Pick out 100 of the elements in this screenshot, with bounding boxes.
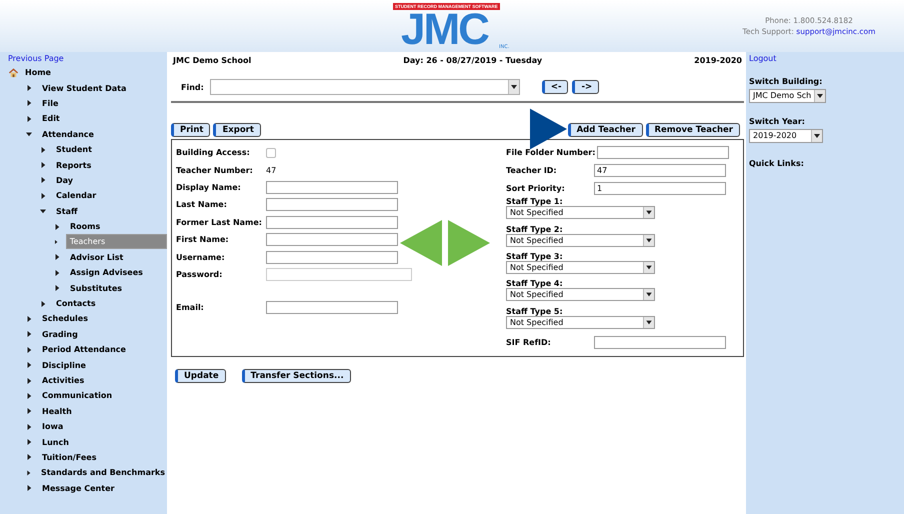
- tree-item[interactable]: Assign Advisees: [68, 267, 145, 278]
- tree-item[interactable]: Discipline: [40, 360, 88, 371]
- dropdown[interactable]: Not Specified: [506, 260, 655, 274]
- input-field[interactable]: [597, 146, 730, 160]
- tree-item[interactable]: Health: [40, 406, 74, 417]
- tree-item[interactable]: Tuition/Fees: [40, 452, 98, 463]
- toolbar-button[interactable]: Print: [171, 123, 210, 137]
- input-field[interactable]: [266, 301, 398, 314]
- tree-item[interactable]: File: [40, 98, 60, 109]
- tree-item[interactable]: Schedules: [40, 313, 90, 324]
- tree-item[interactable]: Edit: [40, 113, 62, 124]
- caret-right-icon[interactable]: [26, 346, 32, 353]
- field-label: Former Last Name:: [176, 218, 263, 227]
- dropdown-caret-icon: [814, 90, 826, 102]
- previous-button[interactable]: <-: [542, 80, 568, 94]
- switch-building-label: Switch Building:: [749, 77, 822, 86]
- checkbox[interactable]: [266, 148, 276, 158]
- input-field[interactable]: [266, 216, 398, 229]
- field-label: Username:: [176, 252, 226, 262]
- caret-right-icon[interactable]: [26, 392, 32, 399]
- tree-item[interactable]: Grading: [40, 328, 80, 340]
- caret-right-icon[interactable]: [26, 439, 32, 446]
- caret-right-icon[interactable]: [40, 300, 46, 307]
- toolbar-button[interactable]: Remove Teacher: [646, 123, 740, 137]
- tree-item[interactable]: Staff: [54, 206, 80, 217]
- tree-item[interactable]: Communication: [40, 390, 114, 402]
- caret-right-icon[interactable]: [26, 316, 32, 322]
- field-label: Staff Type 2:: [506, 224, 563, 234]
- input-field[interactable]: 47: [594, 164, 726, 178]
- tree-item[interactable]: Home: [23, 67, 53, 78]
- input-field[interactable]: [594, 336, 726, 350]
- action-button[interactable]: Update: [175, 369, 226, 383]
- caret-right-icon[interactable]: [40, 192, 46, 199]
- caret-right-icon[interactable]: [26, 470, 31, 476]
- school-name: JMC Demo School: [173, 56, 252, 65]
- toolbar-button[interactable]: Export: [213, 123, 261, 137]
- caret-down-icon[interactable]: [26, 131, 32, 138]
- dropdown[interactable]: Not Specified: [506, 206, 655, 220]
- previous-page-link[interactable]: Previous Page: [0, 52, 167, 65]
- logout-link[interactable]: Logout: [749, 54, 776, 63]
- input-field[interactable]: [266, 233, 398, 246]
- action-button[interactable]: Transfer Sections...: [242, 369, 351, 383]
- caret-right-icon[interactable]: [26, 100, 32, 106]
- tree-item[interactable]: Period Attendance: [40, 344, 128, 356]
- tree-item[interactable]: View Student Data: [40, 82, 128, 94]
- caret-right-icon[interactable]: [54, 285, 60, 292]
- caret-right-icon[interactable]: [54, 270, 60, 276]
- input-field[interactable]: [266, 198, 398, 212]
- tree-item[interactable]: Advisor List: [68, 252, 126, 263]
- tree-item[interactable]: Reports: [54, 160, 94, 171]
- tree-item[interactable]: Calendar: [54, 190, 98, 202]
- day-text: Day: 26 - 08/27/2019 - Tuesday: [403, 56, 542, 65]
- caret-right-icon[interactable]: [26, 378, 32, 384]
- dropdown[interactable]: Not Specified: [506, 234, 655, 247]
- caret-right-icon[interactable]: [40, 177, 46, 184]
- caret-right-icon[interactable]: [26, 424, 32, 430]
- year-dropdown[interactable]: 2019-2020: [749, 129, 823, 143]
- tree-item[interactable]: Standards and Benchmarks: [38, 467, 167, 478]
- caret-right-icon[interactable]: [26, 331, 32, 338]
- building-dropdown[interactable]: JMC Demo Sch: [749, 89, 826, 103]
- caret-right-icon[interactable]: [26, 116, 32, 122]
- password-field[interactable]: [266, 268, 412, 281]
- caret-right-icon[interactable]: [54, 254, 60, 260]
- field-label: File Folder Number:: [506, 148, 596, 158]
- field-label: Display Name:: [176, 182, 242, 192]
- dropdown[interactable]: Not Specified: [506, 316, 655, 329]
- quick-links-label: Quick Links:: [749, 159, 804, 168]
- caret-right-icon[interactable]: [40, 162, 46, 168]
- caret-right-icon[interactable]: [54, 224, 60, 230]
- tree-item[interactable]: Substitutes: [68, 282, 124, 294]
- caret-right-icon[interactable]: [26, 362, 32, 368]
- input-field[interactable]: 1: [594, 182, 726, 195]
- tree-item[interactable]: Day: [54, 174, 76, 186]
- dropdown-caret-icon: [643, 262, 654, 273]
- tree-item[interactable]: Activities: [40, 375, 86, 386]
- input-field[interactable]: [266, 250, 398, 264]
- tree-item[interactable]: Lunch: [40, 436, 71, 448]
- dropdown[interactable]: Not Specified: [506, 288, 655, 302]
- caret-right-icon[interactable]: [40, 146, 46, 153]
- school-year: 2019-2020: [694, 56, 742, 65]
- field-label: Staff Type 4:: [506, 279, 563, 288]
- caret-right-icon[interactable]: [26, 408, 32, 414]
- tree-item[interactable]: Message Center: [40, 482, 116, 494]
- caret-right-icon[interactable]: [54, 238, 58, 245]
- tree-item[interactable]: Contacts: [54, 298, 98, 310]
- input-field[interactable]: [266, 180, 398, 194]
- field-label: Building Access:: [176, 148, 251, 158]
- tree-item[interactable]: Student: [54, 144, 94, 156]
- field-label: Staff Type 5:: [506, 306, 563, 316]
- tree-item[interactable]: Iowa: [40, 421, 66, 432]
- tree-item[interactable]: Teachers: [66, 234, 167, 250]
- toolbar-button[interactable]: Add Teacher: [568, 123, 642, 137]
- caret-right-icon[interactable]: [26, 485, 32, 492]
- next-button[interactable]: ->: [572, 80, 600, 94]
- tree-item[interactable]: Rooms: [68, 221, 102, 232]
- tree-item[interactable]: Attendance: [40, 128, 96, 140]
- caret-down-icon[interactable]: [40, 208, 46, 214]
- caret-right-icon[interactable]: [26, 454, 32, 460]
- dropdown-caret-icon: [508, 80, 519, 94]
- caret-right-icon[interactable]: [26, 85, 32, 92]
